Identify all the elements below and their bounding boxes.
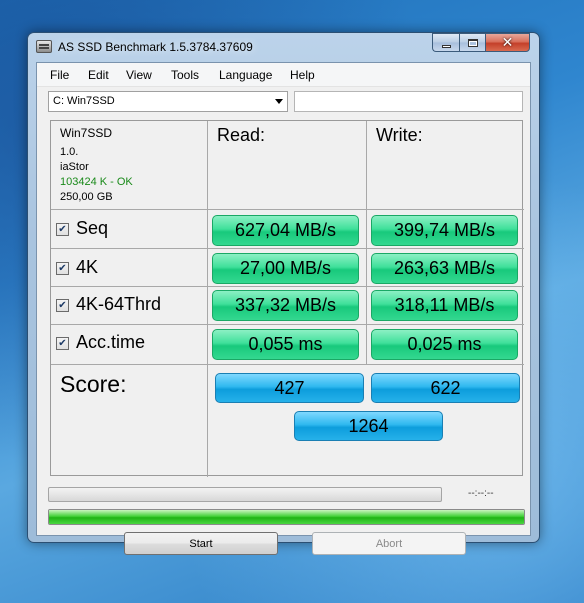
score-read: 427 xyxy=(215,373,364,403)
divider xyxy=(51,248,524,249)
drive-name: Win7SSD xyxy=(60,126,113,140)
menu-view[interactable]: View xyxy=(126,68,152,82)
title-bar[interactable]: AS SSD Benchmark 1.5.3784.37609 ✕ xyxy=(28,33,539,61)
drive-alignment: 103424 K - OK xyxy=(60,176,133,188)
maximize-button[interactable] xyxy=(459,33,485,52)
menu-language[interactable]: Language xyxy=(219,68,272,82)
drive-size: 250,00 GB xyxy=(60,191,113,203)
menu-help[interactable]: Help xyxy=(290,68,315,82)
seq-checkbox[interactable]: ✔ xyxy=(56,223,69,236)
divider xyxy=(51,286,524,287)
drive-dropdown-value: C: Win7SSD xyxy=(53,95,115,107)
divider xyxy=(51,209,524,210)
overall-progress-fill xyxy=(49,510,524,524)
menu-edit[interactable]: Edit xyxy=(88,68,109,82)
client-area: File Edit View Tools Language Help C: Wi… xyxy=(36,62,531,555)
acctime-write-value: 0,025 ms xyxy=(371,329,518,360)
drive-driver: iaStor xyxy=(60,161,89,173)
caption-buttons: ✕ xyxy=(432,33,530,52)
4k-checkbox[interactable]: ✔ xyxy=(56,262,69,275)
test-label-4k: 4K xyxy=(76,257,99,277)
window-title: AS SSD Benchmark 1.5.3784.37609 xyxy=(58,40,253,54)
seq-read-value: 627,04 MB/s xyxy=(212,215,359,246)
test-label-seq: Seq xyxy=(76,218,109,238)
seq-write-value: 399,74 MB/s xyxy=(371,215,518,246)
abort-button[interactable]: Abort xyxy=(312,532,466,555)
minimize-button[interactable] xyxy=(432,33,459,52)
4k-read-value: 27,00 MB/s xyxy=(212,253,359,284)
minimize-icon xyxy=(441,44,451,48)
acctime-read-value: 0,055 ms xyxy=(212,329,359,360)
4k64-write-value: 318,11 MB/s xyxy=(371,290,518,321)
divider xyxy=(51,364,524,365)
write-header: Write: xyxy=(376,125,423,145)
chevron-down-icon xyxy=(275,99,283,104)
divider xyxy=(366,121,367,365)
drive-firmware: 1.0. xyxy=(60,146,79,158)
close-icon: ✕ xyxy=(501,34,514,51)
start-button[interactable]: Start xyxy=(124,532,278,555)
app-window: AS SSD Benchmark 1.5.3784.37609 ✕ File E… xyxy=(27,32,540,555)
4k64-checkbox[interactable]: ✔ xyxy=(56,299,69,312)
menu-bar: File Edit View Tools Language Help xyxy=(37,63,530,87)
divider xyxy=(51,324,524,325)
score-total: 1264 xyxy=(294,411,443,441)
acctime-checkbox[interactable]: ✔ xyxy=(56,337,69,350)
divider xyxy=(207,121,208,477)
menu-file[interactable]: File xyxy=(50,68,69,82)
read-header: Read: xyxy=(217,125,266,145)
test-progress-bar xyxy=(48,487,442,502)
drive-dropdown[interactable]: C: Win7SSD xyxy=(48,91,288,112)
test-label-acctime: Acc.time xyxy=(76,332,146,352)
elapsed-time: --:--:-- xyxy=(468,488,494,499)
close-button[interactable]: ✕ xyxy=(485,33,530,52)
score-write: 622 xyxy=(371,373,520,403)
overall-progress-bar xyxy=(48,509,525,525)
test-label-4k64: 4K-64Thrd xyxy=(76,294,162,314)
4k-write-value: 263,63 MB/s xyxy=(371,253,518,284)
maximize-icon xyxy=(467,38,478,47)
app-drive-icon xyxy=(36,40,52,53)
4k64-read-value: 337,32 MB/s xyxy=(212,290,359,321)
menu-tools[interactable]: Tools xyxy=(171,68,199,82)
results-grid: Win7SSD 1.0. iaStor 103424 K - OK 250,00… xyxy=(50,120,524,477)
info-text-box[interactable] xyxy=(294,91,523,112)
score-label: Score: xyxy=(60,371,127,397)
